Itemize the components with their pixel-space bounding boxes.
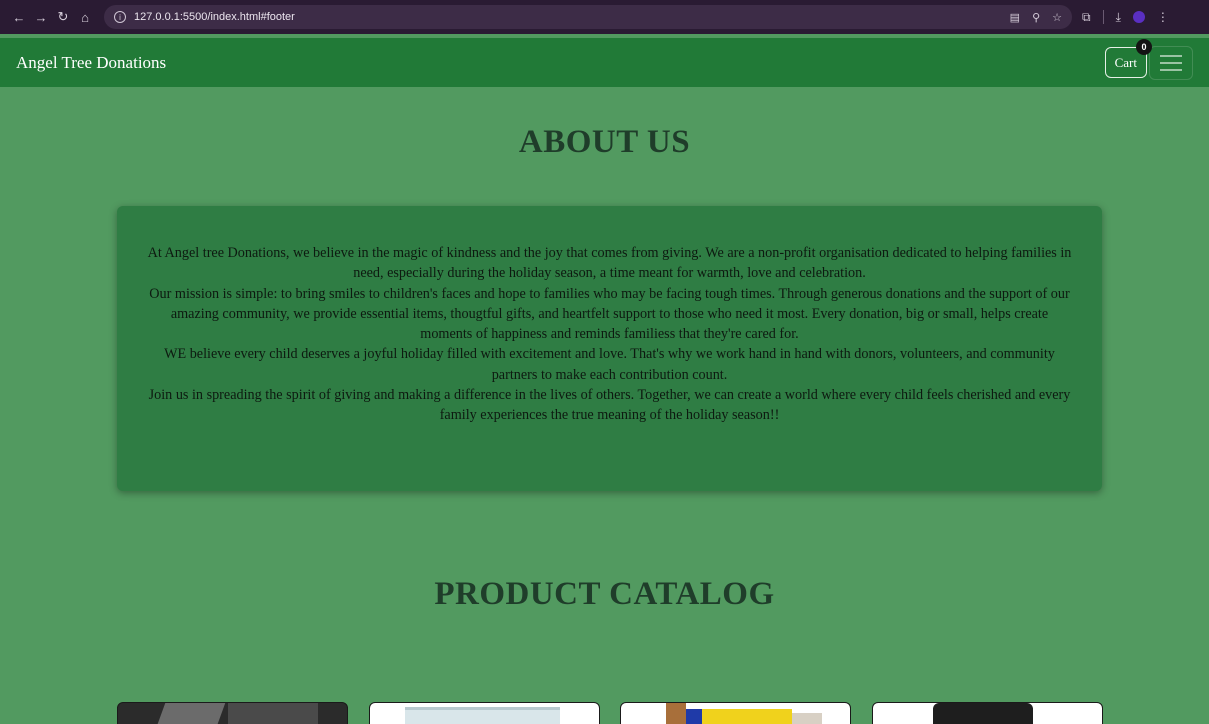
product-image-part — [686, 709, 702, 724]
browser-menu-icon[interactable]: ⋮ — [1157, 10, 1169, 24]
about-paragraph: Our mission is simple: to bring smiles t… — [149, 285, 1070, 343]
address-bar[interactable]: i 127.0.0.1:5500/index.html#footer ▤ ⚲ ☆ — [104, 5, 1072, 29]
product-image-shade — [228, 703, 318, 724]
home-icon[interactable]: ⌂ — [74, 10, 96, 25]
profile-avatar[interactable] — [1132, 11, 1145, 23]
url-text: 127.0.0.1:5500/index.html#footer — [134, 11, 295, 23]
hamburger-line — [1160, 68, 1182, 71]
browser-toolbar: ← → ↻ ⌂ i 127.0.0.1:5500/index.html#foot… — [0, 0, 1209, 34]
download-icon[interactable]: ⤓ — [1116, 10, 1121, 25]
product-card[interactable] — [117, 702, 348, 724]
about-paragraph: Join us in spreading the spirit of givin… — [148, 387, 1071, 424]
product-image — [933, 703, 1033, 724]
product-image — [405, 707, 560, 724]
catalog-heading: PRODUCT CATALOG — [434, 576, 775, 612]
product-image-part — [702, 709, 792, 724]
about-card: At Angel tree Donations, we believe in t… — [117, 206, 1102, 491]
product-image-part — [792, 713, 822, 724]
cart-count-badge: 0 — [1136, 39, 1152, 55]
site-navbar: Angel Tree Donations Cart 0 — [0, 38, 1209, 87]
brand-link[interactable]: Angel Tree Donations — [16, 53, 166, 73]
product-image — [150, 703, 226, 724]
forward-icon[interactable]: → — [30, 10, 52, 25]
zoom-icon[interactable]: ⚲ — [1032, 11, 1040, 24]
back-icon[interactable]: ← — [8, 10, 30, 25]
cart-label: Cart — [1114, 54, 1137, 70]
translate-icon[interactable]: ▤ — [1010, 11, 1020, 24]
extensions-icon[interactable]: ⧉ — [1082, 10, 1091, 25]
product-card[interactable] — [369, 702, 600, 724]
cart-button[interactable]: Cart 0 — [1104, 39, 1152, 78]
about-paragraph: WE believe every child deserves a joyful… — [164, 346, 1055, 383]
menu-toggle-button[interactable] — [1149, 45, 1193, 80]
bookmark-star-icon[interactable]: ☆ — [1052, 11, 1062, 24]
about-heading: ABOUT US — [518, 124, 691, 160]
product-grid — [117, 702, 1103, 724]
hamburger-line — [1160, 54, 1182, 57]
about-paragraph: At Angel tree Donations, we believe in t… — [147, 245, 1072, 282]
product-image — [666, 703, 686, 724]
product-card[interactable] — [620, 702, 851, 724]
reload-icon[interactable]: ↻ — [52, 9, 74, 25]
product-card[interactable] — [872, 702, 1103, 724]
hamburger-line — [1160, 61, 1182, 64]
toolbar-divider — [1102, 10, 1104, 24]
site-info-icon[interactable]: i — [114, 11, 126, 23]
